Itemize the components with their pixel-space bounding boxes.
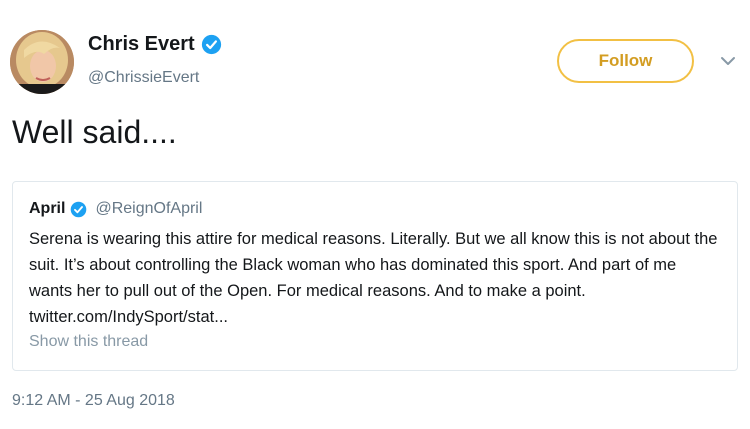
quoted-author-name: April <box>29 200 66 217</box>
chevron-down-icon[interactable] <box>719 55 737 67</box>
avatar[interactable] <box>10 30 74 94</box>
show-thread-link[interactable]: Show this thread <box>29 333 148 351</box>
quoted-author-handle: @ReignOfApril <box>95 200 203 217</box>
tweet-text: Well said.... <box>12 114 177 150</box>
tweet-timestamp[interactable]: 9:12 AM - 25 Aug 2018 <box>12 392 175 410</box>
quoted-tweet-header: April @ReignOfApril <box>29 200 202 218</box>
quoted-tweet-text: Serena is wearing this attire for medica… <box>29 230 718 326</box>
author-name[interactable]: Chris Evert <box>88 33 195 56</box>
author-name-row: Chris Evert <box>88 33 222 56</box>
verified-badge-icon <box>71 201 87 217</box>
avatar-image <box>10 30 74 94</box>
verified-badge-icon <box>201 34 221 55</box>
quoted-tweet-card[interactable]: April @ReignOfApril Serena is wearing th… <box>12 181 738 371</box>
follow-button[interactable]: Follow <box>557 39 694 83</box>
author-handle[interactable]: @ChrissieEvert <box>88 69 199 87</box>
